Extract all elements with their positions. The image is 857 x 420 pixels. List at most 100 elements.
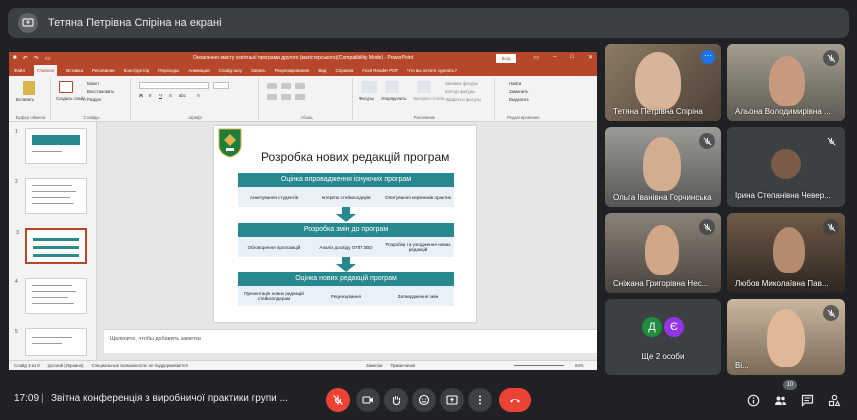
shapes-button[interactable]: Фигуры [359,96,374,101]
menu-file[interactable]: Файл [14,68,25,73]
menu-help[interactable]: Справка [336,68,354,73]
paragraph-group: Абзац [261,78,353,120]
avatar: Д [642,317,662,337]
menu-tell-me[interactable]: Что вы хотите сделать? [407,68,457,73]
menu-slideshow[interactable]: Слайд-шоу [219,68,242,73]
menu-record[interactable]: Запись [251,68,266,73]
accessibility-status[interactable]: Специальные возможности: не поддерживает… [91,363,187,368]
zoom-level[interactable]: 64% [575,363,584,368]
slide-thumb-5[interactable]: 5 [15,328,87,356]
participant-tile[interactable]: Ві... [727,299,845,375]
find-button[interactable]: Найти [509,81,521,86]
select-button[interactable]: Выделить [509,97,529,102]
align-left-icon[interactable] [267,94,277,100]
slide-title: Розробка нових редакцій програм [261,150,450,164]
arrange-icon[interactable] [385,81,399,93]
align-right-icon[interactable] [295,94,305,100]
char-spacing-button[interactable]: abc [179,93,186,98]
notes-toggle[interactable]: Заметки [366,363,382,368]
participant-tile[interactable]: ⋯ Тетяна Петрівна Спіріна [605,44,721,121]
slide-thumb-2[interactable]: 2 [15,178,87,214]
participant-tile[interactable]: Альона Володимирівна ... [727,44,845,121]
layout-button[interactable]: Макет [87,81,99,86]
shapes-icon [828,394,840,406]
university-logo [218,128,242,158]
indent-icon[interactable] [295,83,305,89]
reset-button[interactable]: Восстановить [87,89,115,94]
meeting-details-button[interactable] [745,392,761,408]
more-participants-label: Ще 2 особи [641,352,685,361]
chat-icon [801,394,813,407]
slide-thumb-1[interactable]: 1 [15,128,87,164]
participant-tile[interactable]: Ольга Іванівна Горчинська [605,127,721,207]
reactions-button[interactable] [412,388,436,412]
maximize-icon[interactable]: □ [570,54,574,61]
present-now-button[interactable] [440,388,464,412]
leave-call-button[interactable] [499,388,531,412]
people-icon [774,396,786,405]
chat-button[interactable] [799,392,815,408]
new-slide-button[interactable]: Создать слайд [56,96,85,101]
menu-home[interactable]: Главная [34,65,58,76]
slide-thumb-4[interactable]: 4 [15,278,87,314]
paste-button[interactable]: Вставить [16,97,34,102]
menu-transitions[interactable]: Переходы [158,68,179,73]
menu-animations[interactable]: Анимация [188,68,209,73]
menu-foxit[interactable]: Foxit Reader PDF [362,68,398,73]
menu-review[interactable]: Рецензирование [275,68,310,73]
arrange-button[interactable]: Упорядочить [381,96,407,101]
shape-fill-button[interactable]: Заливка фигуры [445,81,478,86]
font-label: Шрифт [188,115,203,120]
participant-tile[interactable]: Любов Миколаївна Пав... [727,213,845,293]
mic-toggle-button[interactable] [326,388,350,412]
participant-tile[interactable]: Ірина Степанівна Чевер... [727,127,845,207]
italic-button[interactable]: К [149,93,152,98]
notes-pane[interactable]: Щелкните, чтобы добавить заметки [104,329,597,353]
paste-icon[interactable] [23,81,35,95]
numbering-icon[interactable] [281,83,291,89]
underline-button[interactable]: Ч [159,93,162,98]
menu-insert[interactable]: Вставка [66,68,83,73]
more-options-button[interactable] [468,388,492,412]
raise-hand-button[interactable] [384,388,408,412]
menu-design[interactable]: Конструктор [124,68,150,73]
more-options-icon[interactable]: ⋯ [701,50,715,64]
participants-button[interactable] [772,392,788,408]
language-indicator: русский (Украина) [47,363,84,368]
minimize-icon[interactable]: – [553,54,556,61]
shapes-icon[interactable] [361,81,377,93]
quick-styles-icon[interactable] [417,81,431,93]
strikethrough-button[interactable]: S [169,93,172,98]
more-participants-tile[interactable]: Д Є Ще 2 особи [605,299,721,375]
mic-off-icon [699,219,715,235]
close-icon[interactable]: ✕ [588,54,593,61]
new-slide-icon[interactable] [59,81,73,93]
shape-effects-button[interactable]: Эффекты фигуры [445,97,481,102]
participant-name: Сніжана Григорівна Нес... [613,279,709,288]
menu-draw[interactable]: Рисование [92,68,115,73]
section-button[interactable]: Раздел [87,97,101,102]
bold-button[interactable]: Ж [139,93,143,98]
font-color-button[interactable]: A [197,93,200,98]
present-screen-icon [18,13,38,33]
slide-thumb-3[interactable]: 3 [16,228,87,264]
comments-toggle[interactable]: Примечания [390,363,415,368]
current-slide[interactable]: Розробка нових редакцій програм Оцінка в… [214,126,476,322]
bullets-icon[interactable] [267,83,277,89]
zoom-slider[interactable] [514,365,564,366]
participant-tile[interactable]: Сніжана Григорівна Нес... [605,213,721,293]
quick-styles-button[interactable]: Экспресс-стили [413,96,444,101]
signin-button[interactable]: Вхід [496,54,516,63]
activities-button[interactable] [826,392,842,408]
font-size-field[interactable] [213,82,229,89]
emoji-icon [418,394,430,406]
camera-toggle-button[interactable] [356,388,380,412]
font-family-field[interactable] [139,82,209,89]
ribbon-options-icon[interactable]: ▭ [533,54,539,61]
shape-outline-button[interactable]: Контур фигуры [445,89,475,94]
replace-button[interactable]: Заменить [509,89,528,94]
align-center-icon[interactable] [281,94,291,100]
meeting-time: 17:09 [14,393,40,404]
menu-view[interactable]: Вид [318,68,326,73]
clipboard-group: Вставить Буфер обмена [11,78,51,120]
